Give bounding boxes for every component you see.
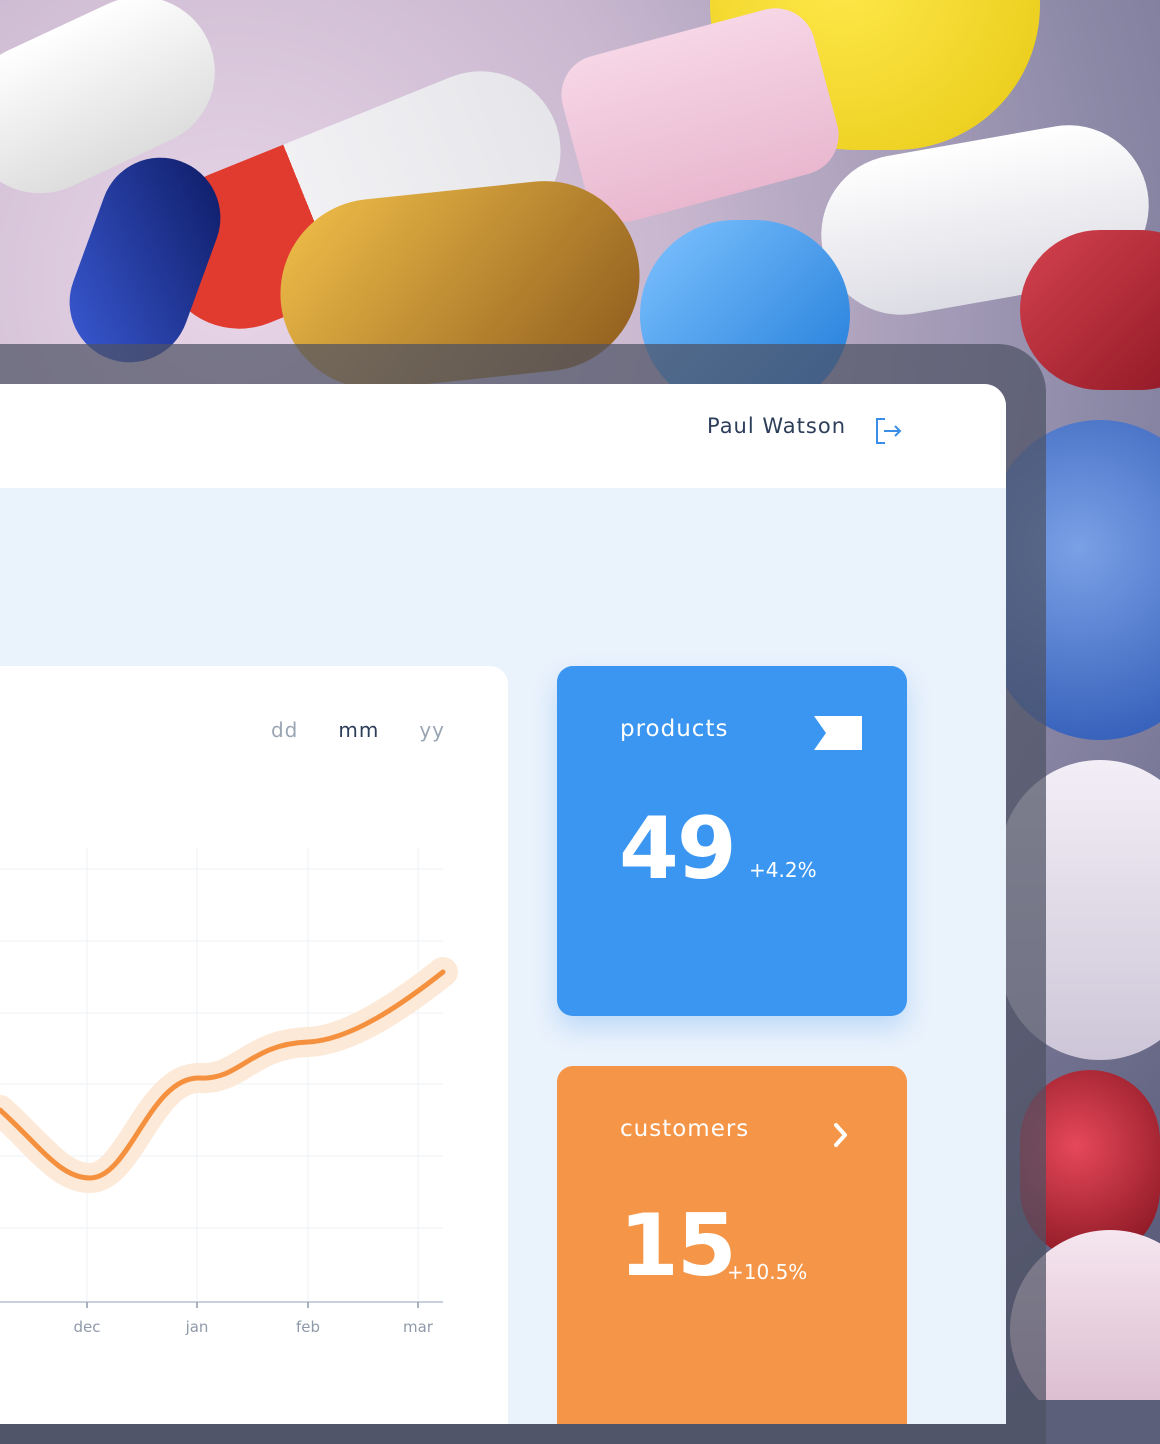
customers-value: 15 — [619, 1196, 737, 1296]
products-title: products — [620, 716, 729, 742]
line-chart: dec jan feb mar — [0, 848, 458, 1336]
products-card[interactable]: products 49 +4.2% — [557, 666, 907, 1016]
logout-icon[interactable] — [874, 416, 904, 446]
x-tick-label-jan: jan — [185, 1318, 209, 1336]
customers-change: +10.5% — [727, 1260, 808, 1284]
x-tick-label-dec: dec — [74, 1318, 101, 1336]
customers-title: customers — [620, 1116, 750, 1142]
chevron-right-icon[interactable] — [831, 1122, 851, 1148]
customers-card[interactable]: customers 15 +10.5% — [557, 1066, 907, 1424]
products-value: 49 — [619, 799, 737, 899]
flag-icon[interactable] — [814, 716, 862, 750]
user-name[interactable]: Paul Watson — [707, 414, 846, 438]
top-bar: Paul Watson — [0, 384, 1006, 488]
x-tick-label-feb: feb — [296, 1318, 320, 1336]
dashboard-card: Paul Watson dd mm yy dec jan feb mar pro… — [0, 384, 1006, 1424]
chart-panel: dd mm yy dec jan feb mar — [0, 666, 508, 1424]
x-tick-label-mar: mar — [403, 1318, 434, 1336]
products-change: +4.2% — [749, 858, 817, 882]
